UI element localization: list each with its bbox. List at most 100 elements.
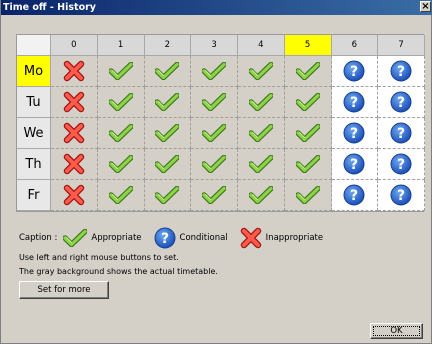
check-icon [108,93,133,111]
row-header-tu[interactable]: Tu [17,87,51,118]
grid-cell[interactable]: ? [378,56,425,87]
grid-cell[interactable]: ? [331,149,379,180]
caption-inappropriate-label: Inappropriate [265,233,324,243]
title-bar: Time off - History × [1,0,432,15]
check-icon [295,155,320,173]
check-icon [108,62,133,80]
grid-cell[interactable]: ? [378,149,425,180]
grid-cell[interactable] [97,56,145,87]
cross-icon [240,227,262,249]
grid-cell[interactable] [144,56,192,87]
time-off-history-window: Time off - History × 0 1 2 3 4 5 6 7 Mo?? Tu?? We?… [0,0,432,344]
grid-cell[interactable] [284,118,332,149]
question-icon: ? [343,60,365,82]
grid-cell[interactable] [238,56,285,87]
caption-legend: Caption : Appropriate ? Conditional Inap… [19,227,329,249]
grid-cell[interactable] [238,180,285,211]
check-icon [155,186,180,204]
cross-icon [63,91,85,113]
svg-text:?: ? [350,188,358,204]
grid-cell[interactable] [144,149,192,180]
caption-label: Caption : [19,233,58,243]
column-header-0[interactable]: 0 [51,35,98,56]
grid-cell[interactable] [51,118,98,149]
check-icon [155,155,180,173]
grid-cell[interactable] [97,180,145,211]
grid-cell[interactable] [51,149,98,180]
grid-cell[interactable]: ? [378,87,425,118]
svg-text:?: ? [350,157,358,173]
question-icon: ? [343,91,365,113]
grid-cell[interactable] [191,118,238,149]
grid-cell[interactable] [284,180,332,211]
grid-cell[interactable] [284,56,332,87]
column-header-7[interactable]: 7 [378,35,425,56]
svg-text:?: ? [350,64,358,80]
cross-icon [63,122,85,144]
close-button[interactable]: × [420,1,431,12]
window-title: Time off - History [3,2,96,13]
question-icon: ? [390,91,412,113]
column-header-5[interactable]: 5 [284,35,332,56]
grid-cell[interactable]: ? [378,180,425,211]
grid-cell[interactable] [144,118,192,149]
grid-corner [17,35,51,56]
grid-cell[interactable] [97,87,145,118]
check-icon [108,186,133,204]
grid-cell[interactable] [51,56,98,87]
grid-cell[interactable] [238,87,285,118]
grid-cell[interactable]: ? [331,180,379,211]
check-icon [248,124,273,142]
grid-cell[interactable] [191,149,238,180]
question-icon: ? [154,227,176,249]
question-icon: ? [343,184,365,206]
column-header-3[interactable]: 3 [191,35,238,56]
question-icon: ? [343,122,365,144]
grid-cell[interactable] [284,149,332,180]
grid-cell[interactable]: ? [378,118,425,149]
ok-button[interactable]: OK [370,323,423,339]
grid-cell[interactable] [144,180,192,211]
svg-text:?: ? [397,126,405,142]
row-header-th[interactable]: Th [17,149,51,180]
svg-text:?: ? [397,157,405,173]
svg-text:?: ? [397,64,405,80]
svg-text:?: ? [350,95,358,111]
column-header-1[interactable]: 1 [97,35,145,56]
column-header-4[interactable]: 4 [238,35,285,56]
hint-mouse-buttons: Use left and right mouse buttons to set. [19,253,179,262]
grid-cell[interactable] [238,118,285,149]
grid-cell[interactable]: ? [331,87,379,118]
set-for-more-button[interactable]: Set for more [19,281,109,299]
grid-cell[interactable] [238,149,285,180]
grid-cell[interactable] [191,180,238,211]
grid-cell[interactable] [144,87,192,118]
grid-cell[interactable]: ? [331,118,379,149]
grid-cell[interactable] [97,118,145,149]
grid-cell[interactable] [97,149,145,180]
grid-cell[interactable] [284,87,332,118]
timetable-grid-container: 0 1 2 3 4 5 6 7 Mo?? Tu?? We?? Th?? Fr?? [16,34,425,220]
grid-cell[interactable] [51,180,98,211]
row-header-we[interactable]: We [17,118,51,149]
check-icon [295,93,320,111]
check-icon [248,93,273,111]
column-header-6[interactable]: 6 [331,35,379,56]
grid-cell[interactable] [191,87,238,118]
question-icon: ? [390,153,412,175]
row-header-mo[interactable]: Mo [17,56,51,87]
question-icon: ? [390,60,412,82]
check-icon [108,124,133,142]
row-header-fr[interactable]: Fr [17,180,51,211]
column-header-2[interactable]: 2 [144,35,192,56]
check-icon [248,62,273,80]
check-icon [63,229,88,247]
svg-text:?: ? [160,231,168,247]
check-icon [202,155,227,173]
grid-cell[interactable] [51,87,98,118]
grid-cell[interactable] [191,56,238,87]
check-icon [155,93,180,111]
cross-icon [63,153,85,175]
hint-gray-background: The gray background shows the actual tim… [19,267,218,276]
grid-cell[interactable]: ? [331,56,379,87]
